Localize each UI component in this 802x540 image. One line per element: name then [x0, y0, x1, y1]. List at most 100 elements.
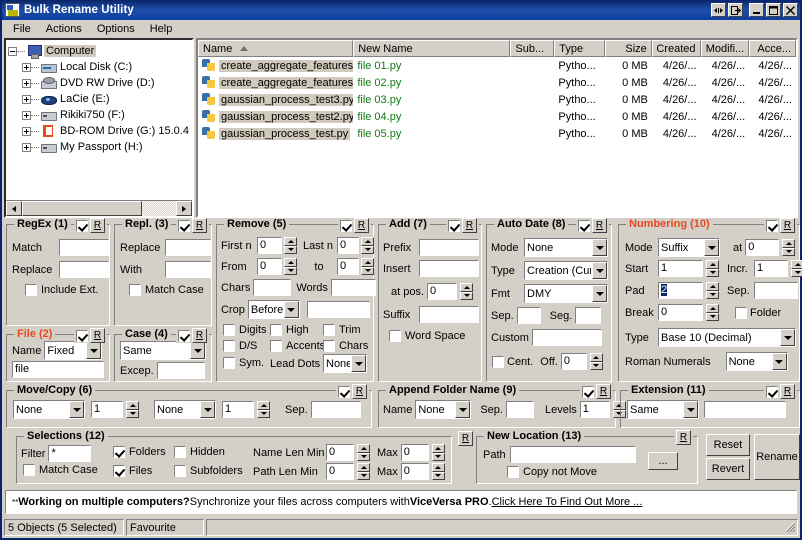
- tree-expand-toggle[interactable]: [22, 142, 31, 152]
- regex-enable-checkbox[interactable]: [76, 219, 88, 232]
- reset-button[interactable]: Reset: [706, 434, 750, 456]
- newlocation-path-input[interactable]: [509, 446, 636, 463]
- remove-from-stepper[interactable]: [284, 258, 297, 275]
- chevron-down-icon[interactable]: [283, 301, 299, 318]
- selections-subfolders-checkbox[interactable]: [174, 465, 186, 477]
- numbering-at-stepper[interactable]: [782, 239, 796, 256]
- menu-item-actions[interactable]: Actions: [39, 21, 89, 37]
- chevron-down-icon[interactable]: [351, 355, 366, 372]
- movecopy-reset-button[interactable]: R: [352, 384, 367, 399]
- newlocation-reset-button[interactable]: R: [676, 430, 691, 445]
- case-excep-input[interactable]: [156, 362, 205, 379]
- add-enable-checkbox[interactable]: [448, 219, 460, 232]
- selections-filter-input[interactable]: *: [48, 445, 92, 462]
- appendfolder-sep-input[interactable]: [505, 401, 534, 418]
- file-name-input[interactable]: file: [12, 361, 104, 378]
- scroll-thumb[interactable]: [22, 201, 143, 216]
- tree-collapse-toggle[interactable]: [8, 46, 17, 56]
- chevron-down-icon[interactable]: [780, 329, 795, 346]
- column-header-size[interactable]: Size: [604, 40, 652, 57]
- numbering-break-stepper[interactable]: [706, 304, 719, 321]
- file-name-mode-combo[interactable]: Fixed: [44, 341, 103, 360]
- numbering-mode-combo[interactable]: Suffix: [658, 238, 720, 257]
- selections-path-len-max-input[interactable]: 0: [400, 463, 429, 480]
- extension-value-input[interactable]: [704, 401, 786, 418]
- remove-accents-checkbox[interactable]: [270, 340, 282, 352]
- numbering-roman-combo[interactable]: None: [725, 352, 788, 371]
- remove-chars-checkbox[interactable]: [323, 340, 335, 352]
- chevron-down-icon[interactable]: [69, 401, 84, 418]
- movecopy-value2-input[interactable]: 1: [222, 401, 254, 418]
- chevron-down-icon[interactable]: [592, 262, 607, 279]
- numbering-pad-input[interactable]: 2: [658, 282, 703, 299]
- chevron-down-icon[interactable]: [771, 353, 787, 370]
- remove-reset-button[interactable]: R: [354, 218, 369, 233]
- table-row[interactable]: gaussian_process_test2.py file 04.py Pyt…: [198, 108, 796, 125]
- tree-node-computer[interactable]: Computer: [8, 43, 190, 59]
- banner-link[interactable]: Click Here To Find Out More ...: [492, 496, 643, 508]
- case-mode-combo[interactable]: Same: [120, 341, 206, 360]
- regex-replace-input[interactable]: [59, 261, 109, 278]
- repl-replace-input[interactable]: [165, 239, 211, 256]
- selections-folders-checkbox[interactable]: [113, 446, 125, 458]
- remove-crop-combo[interactable]: Before: [247, 300, 300, 319]
- selections-path-len-min-input[interactable]: 0: [326, 463, 354, 480]
- shade-button[interactable]: [711, 3, 726, 17]
- case-enable-checkbox[interactable]: [178, 329, 190, 342]
- add-reset-button[interactable]: R: [462, 218, 477, 233]
- remove-digits-checkbox[interactable]: [223, 324, 235, 336]
- column-header-created[interactable]: Created: [651, 40, 701, 57]
- add-suffix-input[interactable]: [419, 306, 479, 323]
- autodate-custom-input[interactable]: [531, 329, 602, 346]
- tree-expand-toggle[interactable]: [22, 126, 31, 136]
- chevron-down-icon[interactable]: [592, 239, 607, 256]
- newlocation-copy-not-move-checkbox[interactable]: [507, 466, 519, 478]
- repl-with-input[interactable]: [165, 261, 211, 278]
- maximize-button[interactable]: [766, 3, 781, 17]
- numbering-folder-checkbox[interactable]: [735, 306, 747, 319]
- menu-item-options[interactable]: Options: [90, 21, 142, 37]
- add-insert-input[interactable]: [419, 260, 479, 277]
- tree-node-bd-rom-drive-g[interactable]: BD-ROM Drive (G:) 15.0.4: [8, 123, 190, 139]
- selections-path-len-min-stepper[interactable]: [357, 463, 370, 480]
- numbering-at-input[interactable]: 0: [745, 239, 780, 256]
- table-row[interactable]: create_aggregate_features... file 01.py …: [198, 57, 796, 74]
- tree-node-lacie-e[interactable]: LaCie (E:): [8, 91, 190, 107]
- table-row[interactable]: create_aggregate_features... file 02.py …: [198, 74, 796, 91]
- numbering-start-stepper[interactable]: [706, 260, 719, 277]
- tree-horizontal-scrollbar[interactable]: [6, 200, 192, 216]
- selections-name-len-max-input[interactable]: 0: [400, 444, 429, 461]
- remove-trim-checkbox[interactable]: [323, 324, 335, 336]
- remove-lead-dots-combo[interactable]: None: [323, 354, 367, 373]
- autodate-type-combo[interactable]: Creation (Curr: [524, 261, 608, 280]
- autodate-mode-combo[interactable]: None: [524, 238, 608, 257]
- autodate-enable-checkbox[interactable]: [578, 219, 590, 232]
- numbering-start-input[interactable]: 1: [658, 260, 703, 277]
- repl-match-case-checkbox[interactable]: [129, 284, 141, 296]
- chevron-down-icon[interactable]: [190, 342, 205, 359]
- selections-name-len-max-stepper[interactable]: [431, 444, 445, 461]
- chevron-down-icon[interactable]: [704, 239, 719, 256]
- movecopy-sep-input[interactable]: [310, 401, 361, 418]
- table-row[interactable]: gaussian_process_test.py file 05.py Pyth…: [198, 125, 796, 142]
- add-at-pos-input[interactable]: 0: [427, 283, 458, 300]
- autodate-fmt-combo[interactable]: DMY: [524, 284, 608, 303]
- chevron-down-icon[interactable]: [592, 285, 607, 302]
- column-header-name[interactable]: Name: [198, 40, 354, 57]
- remove-crop-input[interactable]: [306, 301, 370, 318]
- revert-button[interactable]: Revert: [706, 458, 750, 480]
- autodate-sep-input[interactable]: [516, 307, 541, 324]
- tree-node-rikiki750-f[interactable]: Rikiki750 (F:): [8, 107, 190, 123]
- numbering-pad-stepper[interactable]: [706, 282, 719, 299]
- status-favourite[interactable]: Favourite: [126, 519, 204, 536]
- autodate-reset-button[interactable]: R: [592, 218, 607, 233]
- table-row[interactable]: gaussian_process_test3.py file 03.py Pyt…: [198, 91, 796, 108]
- extension-mode-combo[interactable]: Same: [627, 400, 699, 419]
- selections-path-len-max-stepper[interactable]: [431, 463, 445, 480]
- movecopy-enable-checkbox[interactable]: [338, 385, 350, 398]
- tree-expand-toggle[interactable]: [22, 78, 31, 88]
- column-header-sub[interactable]: Sub...: [510, 40, 555, 57]
- add-at-pos-stepper[interactable]: [460, 283, 474, 300]
- autodate-seg-input[interactable]: [575, 307, 602, 324]
- remove-enable-checkbox[interactable]: [340, 219, 352, 232]
